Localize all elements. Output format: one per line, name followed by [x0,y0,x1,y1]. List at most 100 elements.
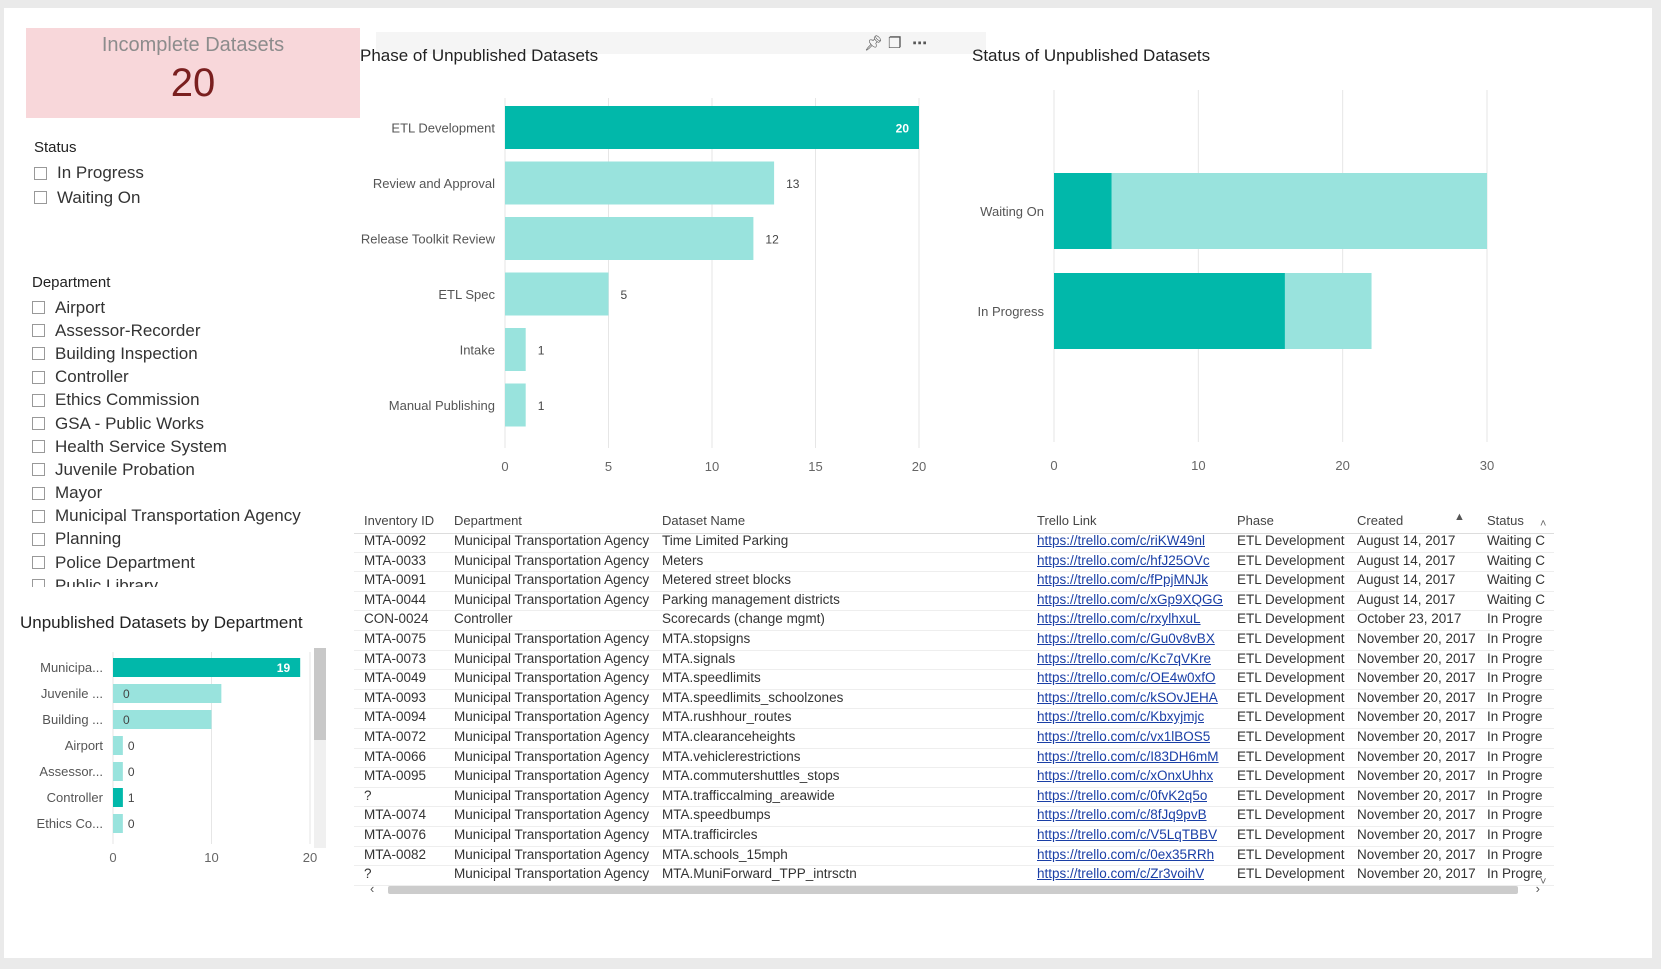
bar-etl-spec[interactable] [505,272,609,316]
table-row[interactable]: MTA-0073 Municipal Transportation Agency M… [354,649,1554,671]
trello-link[interactable]: https://trello.com/c/OE4w0xfO [1037,670,1216,685]
trello-link[interactable]: https://trello.com/c/V5LqTBBV [1037,827,1217,842]
dept-chart[interactable]: 0 10 20Municipa... 19Juvenile ... 0Building … [14,644,334,874]
department-option[interactable]: Police Department [32,551,332,574]
table-row[interactable]: MTA-0074 Municipal Transportation Agency M… [354,805,1554,827]
scroll-up-icon[interactable]: ˄ [1540,518,1550,530]
department-option[interactable]: Assessor-Recorder [32,319,332,342]
table-row[interactable]: MTA-0093 Municipal Transportation Agency M… [354,688,1554,710]
more-options-icon[interactable]: ⋯ [912,34,927,52]
checkbox[interactable] [32,301,45,315]
column-header-phase[interactable]: Phase [1237,513,1274,528]
trello-link[interactable]: https://trello.com/c/riKW49nl [1037,533,1205,548]
bar-manual-publishing[interactable] [505,383,526,427]
trello-link[interactable]: https://trello.com/c/rxylhxuL [1037,611,1201,626]
dept-chart-scrollbar[interactable] [314,648,326,848]
department-slicer[interactable]: Airport Assessor-Recorder Building Inspect… [32,296,332,587]
table-row[interactable]: MTA-0076 Municipal Transportation Agency M… [354,825,1554,847]
trello-link[interactable]: https://trello.com/c/Gu0v8vBX [1037,631,1215,646]
checkbox[interactable] [32,509,45,523]
table-row[interactable]: MTA-0082 Municipal Transportation Agency M… [354,845,1554,867]
checkbox[interactable] [34,191,47,205]
phase-chart[interactable]: 0 5 10 15 20ETL Development 20Review and Appr… [354,88,954,478]
column-header-inventory-id[interactable]: Inventory ID [364,513,434,528]
bar-background[interactable] [113,814,123,833]
trello-link[interactable]: https://trello.com/c/vx1lBOS5 [1037,729,1210,744]
department-option[interactable]: Controller [32,366,332,389]
checkbox[interactable] [32,579,45,587]
bar-release-toolkit-review[interactable] [505,217,754,260]
department-option[interactable]: Municipal Transportation Agency [32,505,332,528]
bar-segment-waiting-on[interactable] [1054,173,1112,249]
bar-segment-in-progress[interactable] [1054,273,1285,349]
department-option[interactable]: GSA - Public Works [32,412,332,435]
trello-link[interactable]: https://trello.com/c/0ex35RRh [1037,847,1214,862]
table-row[interactable]: MTA-0095 Municipal Transportation Agency M… [354,766,1554,788]
vertical-scrollbar[interactable]: ˄ ˅ [1540,518,1550,888]
department-option[interactable]: Ethics Commission [32,389,332,412]
department-option[interactable]: Airport [32,296,332,319]
checkbox[interactable] [32,347,45,361]
table-row[interactable]: MTA-0094 Municipal Transportation Agency M… [354,707,1554,729]
table-row[interactable]: ? Municipal Transportation Agency MTA.Muni… [354,864,1554,886]
checkbox[interactable] [32,463,45,477]
department-option[interactable]: Juvenile Probation [32,458,332,481]
horizontal-scrollbar[interactable]: ‹ › [370,881,1540,896]
trello-link[interactable]: https://trello.com/c/Kc7qVKre [1037,651,1211,666]
checkbox[interactable] [32,440,45,454]
table-row[interactable]: MTA-0072 Municipal Transportation Agency M… [354,727,1554,749]
trello-link[interactable]: https://trello.com/c/kSOvJEHA [1037,690,1218,705]
status-option-waiting-on[interactable]: Waiting On [34,186,144,211]
table-row[interactable]: MTA-0044 Municipal Transportation Agency P… [354,590,1554,612]
trello-link[interactable]: https://trello.com/c/8fJq9pvB [1037,807,1207,822]
scroll-right-icon[interactable]: › [1536,881,1540,896]
department-option[interactable]: Health Service System [32,435,332,458]
scrollbar-thumb[interactable] [388,886,1518,894]
column-header-dataset-name[interactable]: Dataset Name [662,513,745,528]
bar-intake[interactable] [505,328,526,371]
sort-ascending-icon[interactable]: ▲ [1454,511,1465,523]
trello-link[interactable]: https://trello.com/c/fPpjMNJk [1037,572,1208,587]
checkbox[interactable] [32,370,45,384]
trello-link[interactable]: https://trello.com/c/xGp9XQGG [1037,592,1223,607]
bar-background[interactable] [113,736,123,755]
table-row[interactable]: MTA-0066 Municipal Transportation Agency M… [354,747,1554,769]
focus-mode-icon[interactable]: ❐ [888,34,901,52]
bar-segment-in-progress[interactable] [1284,273,1372,349]
pin-icon[interactable]: 📌︎ [864,34,883,52]
department-option[interactable]: Mayor [32,482,332,505]
status-chart[interactable]: 0 10 20 30 Waiting On In Progress [964,80,1524,475]
table-row[interactable]: MTA-0049 Municipal Transportation Agency M… [354,668,1554,690]
column-header-status[interactable]: Status [1487,513,1524,528]
table-row[interactable]: MTA-0091 Municipal Transportation Agency M… [354,570,1554,592]
table-row[interactable]: ? Municipal Transportation Agency MTA.traf… [354,786,1554,808]
checkbox[interactable] [32,393,45,407]
table-row[interactable]: MTA-0092 Municipal Transportation Agency T… [354,531,1554,553]
checkbox[interactable] [32,417,45,431]
checkbox[interactable] [32,324,45,338]
status-option-in-progress[interactable]: In Progress [34,161,144,186]
bar-etl-development[interactable] [505,106,919,149]
trello-link[interactable]: https://trello.com/c/Zr3voihV [1037,866,1204,881]
datasets-table[interactable]: Inventory ID Department Dataset Name Trello… [354,508,1554,906]
bar-segment-waiting-on[interactable] [1111,173,1487,249]
department-option[interactable]: Planning [32,528,332,551]
checkbox[interactable] [32,486,45,500]
trello-link[interactable]: https://trello.com/c/Kbxyjmjc [1037,709,1204,724]
table-row[interactable]: MTA-0075 Municipal Transportation Agency M… [354,629,1554,651]
trello-link[interactable]: https://trello.com/c/hfJ25OVc [1037,553,1210,568]
checkbox[interactable] [32,556,45,570]
checkbox[interactable] [32,532,45,546]
trello-link[interactable]: https://trello.com/c/I83DH6mM [1037,749,1219,764]
kpi-card[interactable]: Incomplete Datasets 20 [26,28,360,118]
bar-highlight[interactable] [113,658,301,677]
column-header-trello-link[interactable]: Trello Link [1037,513,1096,528]
scroll-down-icon[interactable]: ˅ [1540,876,1546,888]
checkbox[interactable] [34,166,47,180]
trello-link[interactable]: https://trello.com/c/0fvK2q5o [1037,788,1207,803]
table-row[interactable]: MTA-0033 Municipal Transportation Agency M… [354,551,1554,573]
scrollbar-thumb[interactable] [314,648,326,740]
column-header-created[interactable]: Created [1357,513,1403,528]
table-row[interactable]: CON-0024 Controller Scorecards (change mgm… [354,609,1554,631]
bar-background[interactable] [113,762,123,781]
